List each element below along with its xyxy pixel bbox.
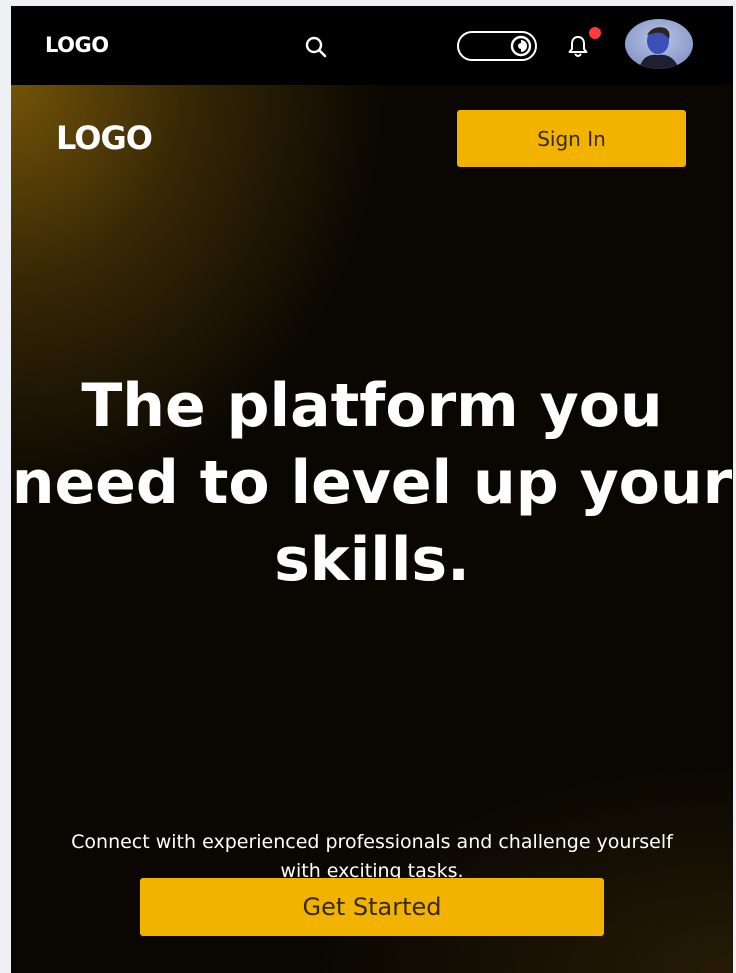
theme-toggle-icon	[510, 35, 532, 57]
hero-section: LOGO Sign In The platform you need to le…	[11, 85, 733, 973]
avatar-image	[625, 19, 693, 69]
user-avatar[interactable]	[625, 19, 693, 69]
search-icon	[305, 36, 327, 58]
notification-badge	[589, 27, 601, 39]
top-app-bar: LOGO	[11, 6, 733, 85]
notifications-button[interactable]	[565, 32, 591, 60]
bell-icon	[568, 36, 588, 57]
topbar-logo[interactable]: LOGO	[45, 33, 109, 57]
hero-logo[interactable]: LOGO	[56, 119, 153, 157]
theme-toggle[interactable]	[457, 31, 537, 61]
hero-headline: The platform you need to level up your s…	[11, 371, 733, 595]
sign-in-button[interactable]: Sign In	[457, 110, 686, 167]
get-started-button[interactable]: Get Started	[140, 878, 604, 936]
search-button[interactable]	[301, 32, 331, 62]
app-frame: LOGO LOGO Sign In The platform you need …	[11, 6, 733, 973]
